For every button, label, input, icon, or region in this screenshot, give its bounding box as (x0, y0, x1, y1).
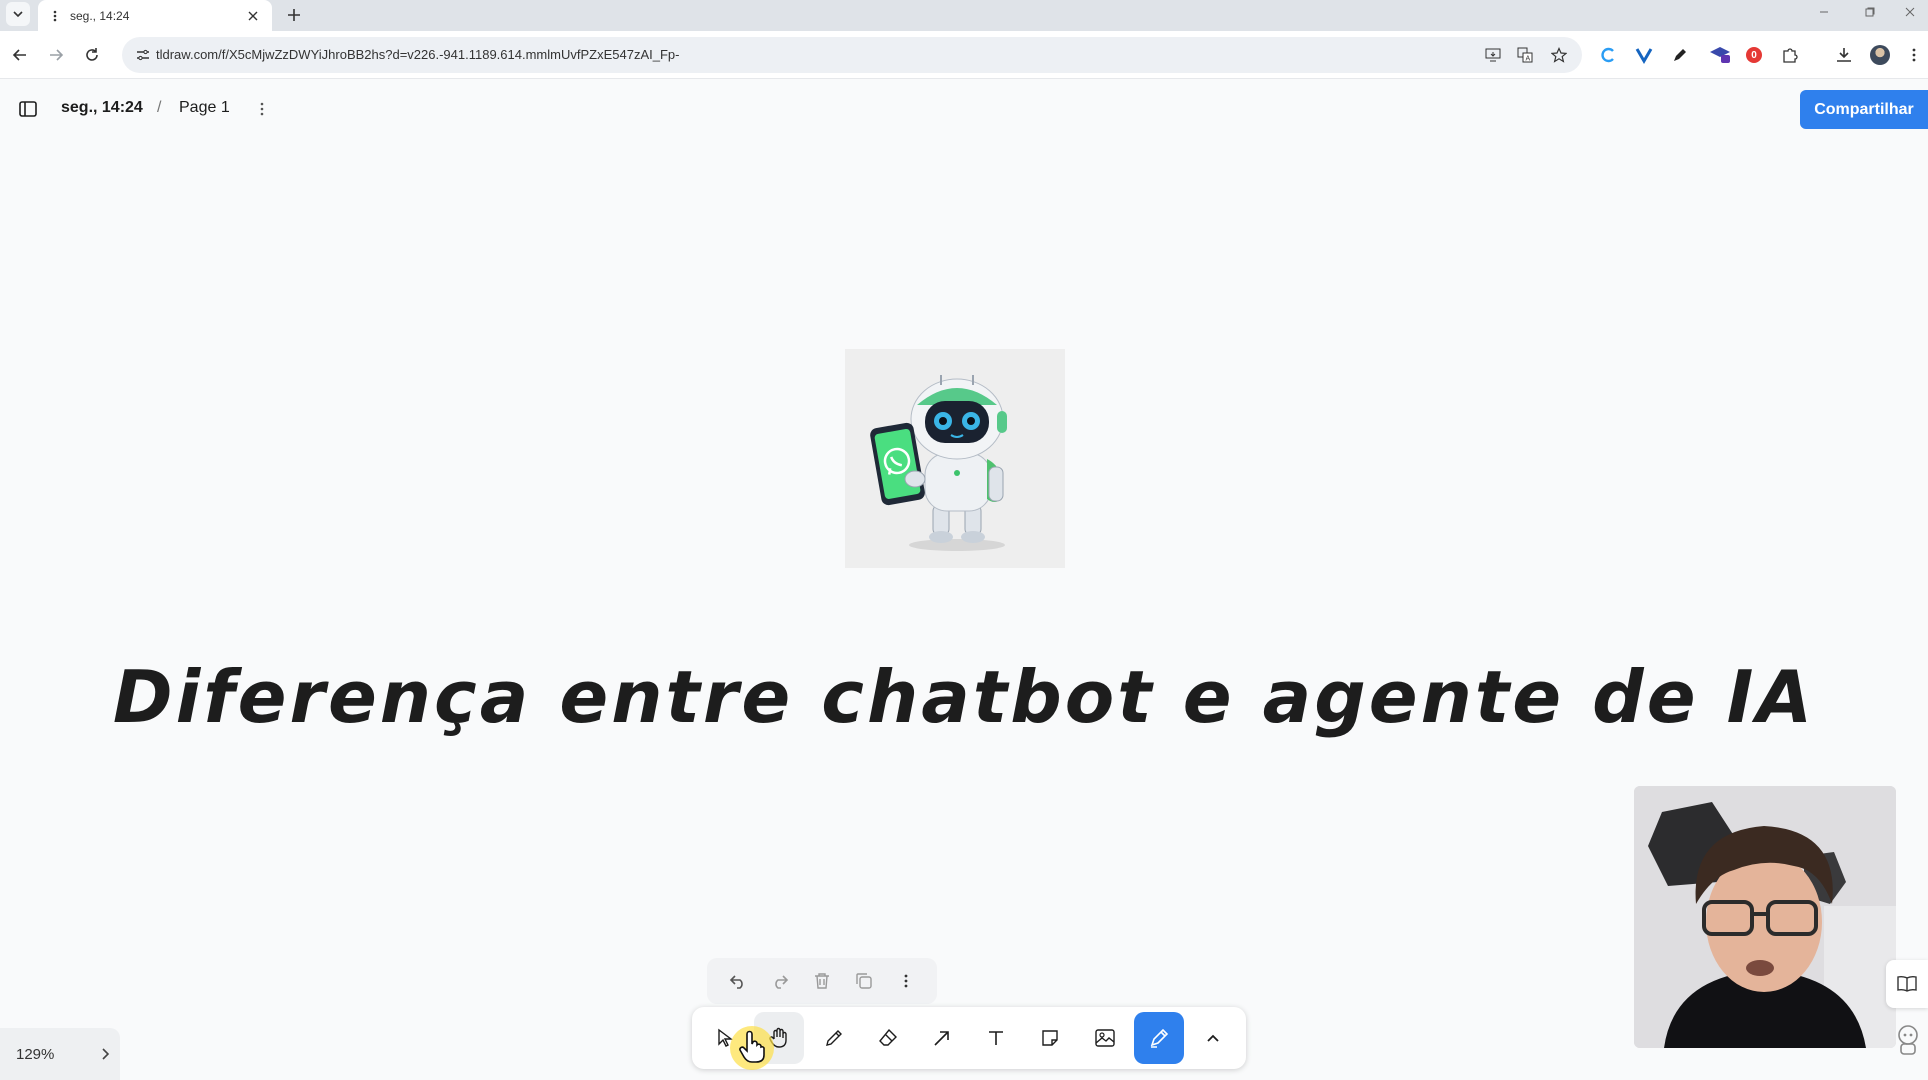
sidebar-toggle-button[interactable] (16, 97, 40, 121)
close-window-button[interactable] (1892, 0, 1928, 24)
image-icon (1094, 1029, 1115, 1047)
more-actions-button[interactable] (888, 963, 924, 999)
redo-icon (775, 975, 789, 989)
new-tab-button[interactable] (282, 3, 306, 27)
plus-icon (288, 9, 300, 21)
browser-tab-strip: seg., 14:24 (0, 0, 1928, 31)
reload-icon (86, 48, 98, 61)
app-header: seg., 14:24 / Page 1 Compartilhar (0, 79, 1928, 139)
text-icon (989, 1031, 1004, 1045)
back-button[interactable] (8, 43, 32, 67)
chevron-up-icon (1207, 1034, 1219, 1042)
more-tools-button[interactable] (1188, 1012, 1238, 1064)
extension-badge[interactable]: 0 (1742, 43, 1766, 67)
tool-highlight[interactable] (1133, 1012, 1184, 1064)
undo-icon (729, 975, 743, 989)
site-info-icon[interactable] (134, 46, 152, 64)
browser-tab[interactable]: seg., 14:24 (38, 0, 272, 31)
webcam-overlay (1634, 786, 1896, 1048)
trash-icon (815, 973, 829, 989)
more-vertical-icon (904, 974, 908, 988)
undo-button[interactable] (720, 963, 756, 999)
tab-search-button[interactable] (6, 2, 30, 26)
close-tab-icon[interactable] (244, 7, 262, 25)
tool-text[interactable] (971, 1012, 1021, 1064)
duplicate-button[interactable] (846, 963, 882, 999)
breadcrumb-separator: / (157, 99, 162, 116)
bookmark-star-icon[interactable] (1550, 46, 1568, 64)
tool-arrow[interactable] (917, 1012, 967, 1064)
extension-pen-icon[interactable] (1668, 43, 1692, 67)
main-toolbar (692, 1007, 1246, 1069)
tab-title: seg., 14:24 (70, 8, 130, 23)
canvas-headline-text[interactable]: Diferença entre chatbot e agente de IA (0, 655, 1928, 739)
highlighter-icon (1150, 1028, 1168, 1048)
extension-cap-icon[interactable] (1708, 43, 1732, 67)
extension-badge-count: 0 (1746, 47, 1762, 63)
chevron-right-icon (102, 1048, 110, 1060)
tab-favicon-icon (48, 10, 62, 22)
forward-icon (50, 49, 64, 61)
book-icon (1897, 975, 1917, 992)
sticky-note-icon (1042, 1030, 1059, 1046)
tool-draw[interactable] (808, 1012, 858, 1064)
downloads-icon[interactable] (1832, 43, 1856, 67)
browser-toolbar: tldraw.com/f/X5cMjwZzDWYiJhroBB2hs?d=v22… (0, 31, 1928, 79)
zoom-menu[interactable]: 129% (0, 1028, 120, 1080)
delete-button[interactable] (804, 963, 840, 999)
extensions-puzzle-icon[interactable] (1778, 43, 1802, 67)
tool-note[interactable] (1025, 1012, 1075, 1064)
page-menu-button[interactable] (252, 97, 272, 121)
chevron-down-icon (13, 11, 23, 18)
extension-c-icon[interactable] (1596, 43, 1620, 67)
duplicate-icon (856, 973, 872, 989)
extension-v-icon[interactable] (1632, 43, 1656, 67)
arrow-icon (934, 1031, 949, 1046)
tool-eraser[interactable] (863, 1012, 913, 1064)
share-button[interactable]: Compartilhar (1800, 90, 1928, 129)
more-vertical-icon (260, 102, 264, 116)
minimize-window-button[interactable] (1806, 0, 1842, 24)
robot-image[interactable] (845, 349, 1065, 568)
browser-menu-icon[interactable] (1906, 43, 1922, 67)
address-bar[interactable]: tldraw.com/f/X5cMjwZzDWYiJhroBB2hs?d=v22… (122, 37, 1582, 73)
minimap-toggle-button[interactable] (1886, 960, 1928, 1008)
restore-window-button[interactable] (1852, 0, 1888, 24)
mouse-pointer-hand-icon (739, 1030, 765, 1063)
translate-icon[interactable]: A (1516, 46, 1534, 64)
profile-avatar[interactable] (1868, 43, 1892, 67)
tool-media[interactable] (1079, 1012, 1129, 1064)
redo-button[interactable] (762, 963, 798, 999)
close-icon (1905, 7, 1915, 17)
svg-text:A: A (1526, 56, 1531, 63)
pencil-icon (825, 1030, 842, 1046)
forward-button[interactable] (44, 43, 68, 67)
back-icon (12, 49, 26, 61)
help-robot-icon (1898, 1025, 1918, 1055)
minimize-icon (1820, 11, 1828, 13)
zoom-level[interactable]: 129% (16, 1046, 90, 1063)
document-title[interactable]: seg., 14:24 (61, 99, 143, 117)
quick-actions-bar (707, 958, 937, 1004)
reload-button[interactable] (80, 43, 104, 67)
page-title[interactable]: Page 1 (179, 99, 230, 117)
url-text[interactable]: tldraw.com/f/X5cMjwZzDWYiJhroBB2hs?d=v22… (156, 47, 679, 62)
eraser-icon (878, 1028, 897, 1046)
install-app-icon[interactable] (1484, 46, 1502, 64)
sidebar-icon (19, 101, 37, 117)
help-button[interactable] (1888, 1018, 1928, 1062)
restore-icon (1865, 7, 1875, 17)
minimap-expand-button[interactable] (90, 1039, 120, 1069)
